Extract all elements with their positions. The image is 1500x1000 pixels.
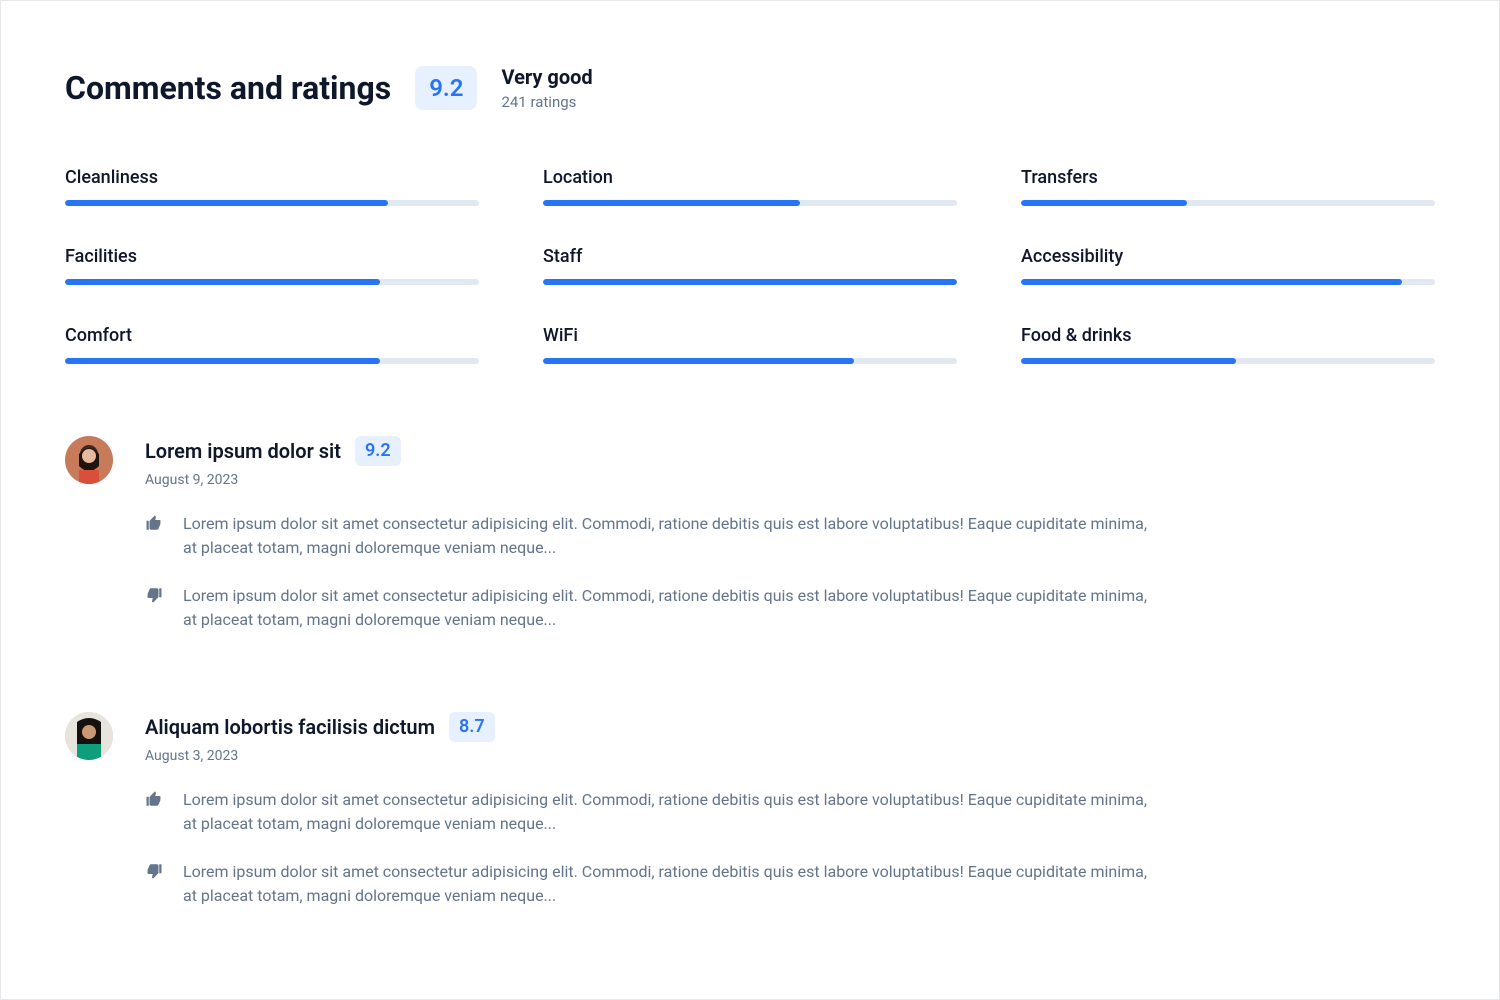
rating-bar-fill (65, 358, 380, 364)
review-positive: Lorem ipsum dolor sit amet consectetur a… (145, 512, 1435, 560)
thumbs-up-icon (145, 788, 169, 836)
rating-bar-food-drinks: Food & drinks (1021, 325, 1435, 364)
rating-bar-label: Transfers (1021, 167, 1435, 188)
rating-bar-location: Location (543, 167, 957, 206)
rating-bar-fill (543, 200, 800, 206)
review-head: Lorem ipsum dolor sit 9.2 (145, 436, 1435, 466)
page-title: Comments and ratings (65, 69, 391, 107)
avatar-icon (65, 712, 113, 760)
rating-bar-label: Staff (543, 246, 957, 267)
rating-bar-fill (543, 358, 854, 364)
rating-bar-label: Accessibility (1021, 246, 1435, 267)
review-positive-text: Lorem ipsum dolor sit amet consectetur a… (183, 788, 1163, 836)
rating-bar-track (65, 200, 479, 206)
rating-bar-transfers: Transfers (1021, 167, 1435, 206)
rating-bar-label: Facilities (65, 246, 479, 267)
review-negative: Lorem ipsum dolor sit amet consectetur a… (145, 860, 1435, 908)
ratings-header: Comments and ratings 9.2 Very good 241 r… (65, 65, 1435, 111)
review-title: Lorem ipsum dolor sit (145, 439, 341, 463)
rating-bar-label: Cleanliness (65, 167, 479, 188)
rating-bar-label: Food & drinks (1021, 325, 1435, 346)
review-item: Aliquam lobortis facilisis dictum 8.7 Au… (65, 712, 1435, 932)
rating-bar-track (65, 279, 479, 285)
review-score-badge: 8.7 (449, 712, 495, 742)
reviews-list: Lorem ipsum dolor sit 9.2 August 9, 2023… (65, 436, 1435, 932)
rating-bar-fill (65, 279, 380, 285)
rating-bar-label: Location (543, 167, 957, 188)
review-negative-text: Lorem ipsum dolor sit amet consectetur a… (183, 860, 1163, 908)
rating-bar-wifi: WiFi (543, 325, 957, 364)
overall-summary-label: Very good (501, 65, 592, 89)
rating-bar-track (1021, 358, 1435, 364)
rating-bar-fill (1021, 358, 1236, 364)
overall-score-badge: 9.2 (415, 66, 477, 110)
rating-bar-cleanliness: Cleanliness (65, 167, 479, 206)
rating-bar-track (1021, 200, 1435, 206)
review-negative-text: Lorem ipsum dolor sit amet consectetur a… (183, 584, 1163, 632)
review-body: Aliquam lobortis facilisis dictum 8.7 Au… (145, 712, 1435, 932)
review-item: Lorem ipsum dolor sit 9.2 August 9, 2023… (65, 436, 1435, 656)
overall-summary: Very good 241 ratings (501, 65, 592, 111)
rating-bars-grid: Cleanliness Location Transfers Facilitie… (65, 167, 1435, 364)
rating-bar-accessibility: Accessibility (1021, 246, 1435, 285)
avatar (65, 712, 113, 760)
rating-bar-label: WiFi (543, 325, 957, 346)
rating-bar-track (65, 358, 479, 364)
review-negative: Lorem ipsum dolor sit amet consectetur a… (145, 584, 1435, 632)
review-positive: Lorem ipsum dolor sit amet consectetur a… (145, 788, 1435, 836)
rating-bar-label: Comfort (65, 325, 479, 346)
review-date: August 3, 2023 (145, 748, 1435, 764)
rating-bar-fill (543, 279, 957, 285)
rating-bar-track (1021, 279, 1435, 285)
rating-bar-track (543, 358, 957, 364)
rating-bar-fill (1021, 279, 1402, 285)
rating-bar-fill (1021, 200, 1187, 206)
thumbs-up-icon (145, 512, 169, 560)
review-body: Lorem ipsum dolor sit 9.2 August 9, 2023… (145, 436, 1435, 656)
rating-bar-facilities: Facilities (65, 246, 479, 285)
rating-bar-staff: Staff (543, 246, 957, 285)
review-positive-text: Lorem ipsum dolor sit amet consectetur a… (183, 512, 1163, 560)
avatar-icon (65, 436, 113, 484)
review-score-badge: 9.2 (355, 436, 401, 466)
rating-bar-track (543, 279, 957, 285)
review-title: Aliquam lobortis facilisis dictum (145, 715, 435, 739)
rating-bar-track (543, 200, 957, 206)
avatar (65, 436, 113, 484)
thumbs-down-icon (145, 860, 169, 908)
rating-bar-fill (65, 200, 388, 206)
review-date: August 9, 2023 (145, 472, 1435, 488)
ratings-count: 241 ratings (501, 93, 592, 111)
rating-bar-comfort: Comfort (65, 325, 479, 364)
review-head: Aliquam lobortis facilisis dictum 8.7 (145, 712, 1435, 742)
thumbs-down-icon (145, 584, 169, 632)
